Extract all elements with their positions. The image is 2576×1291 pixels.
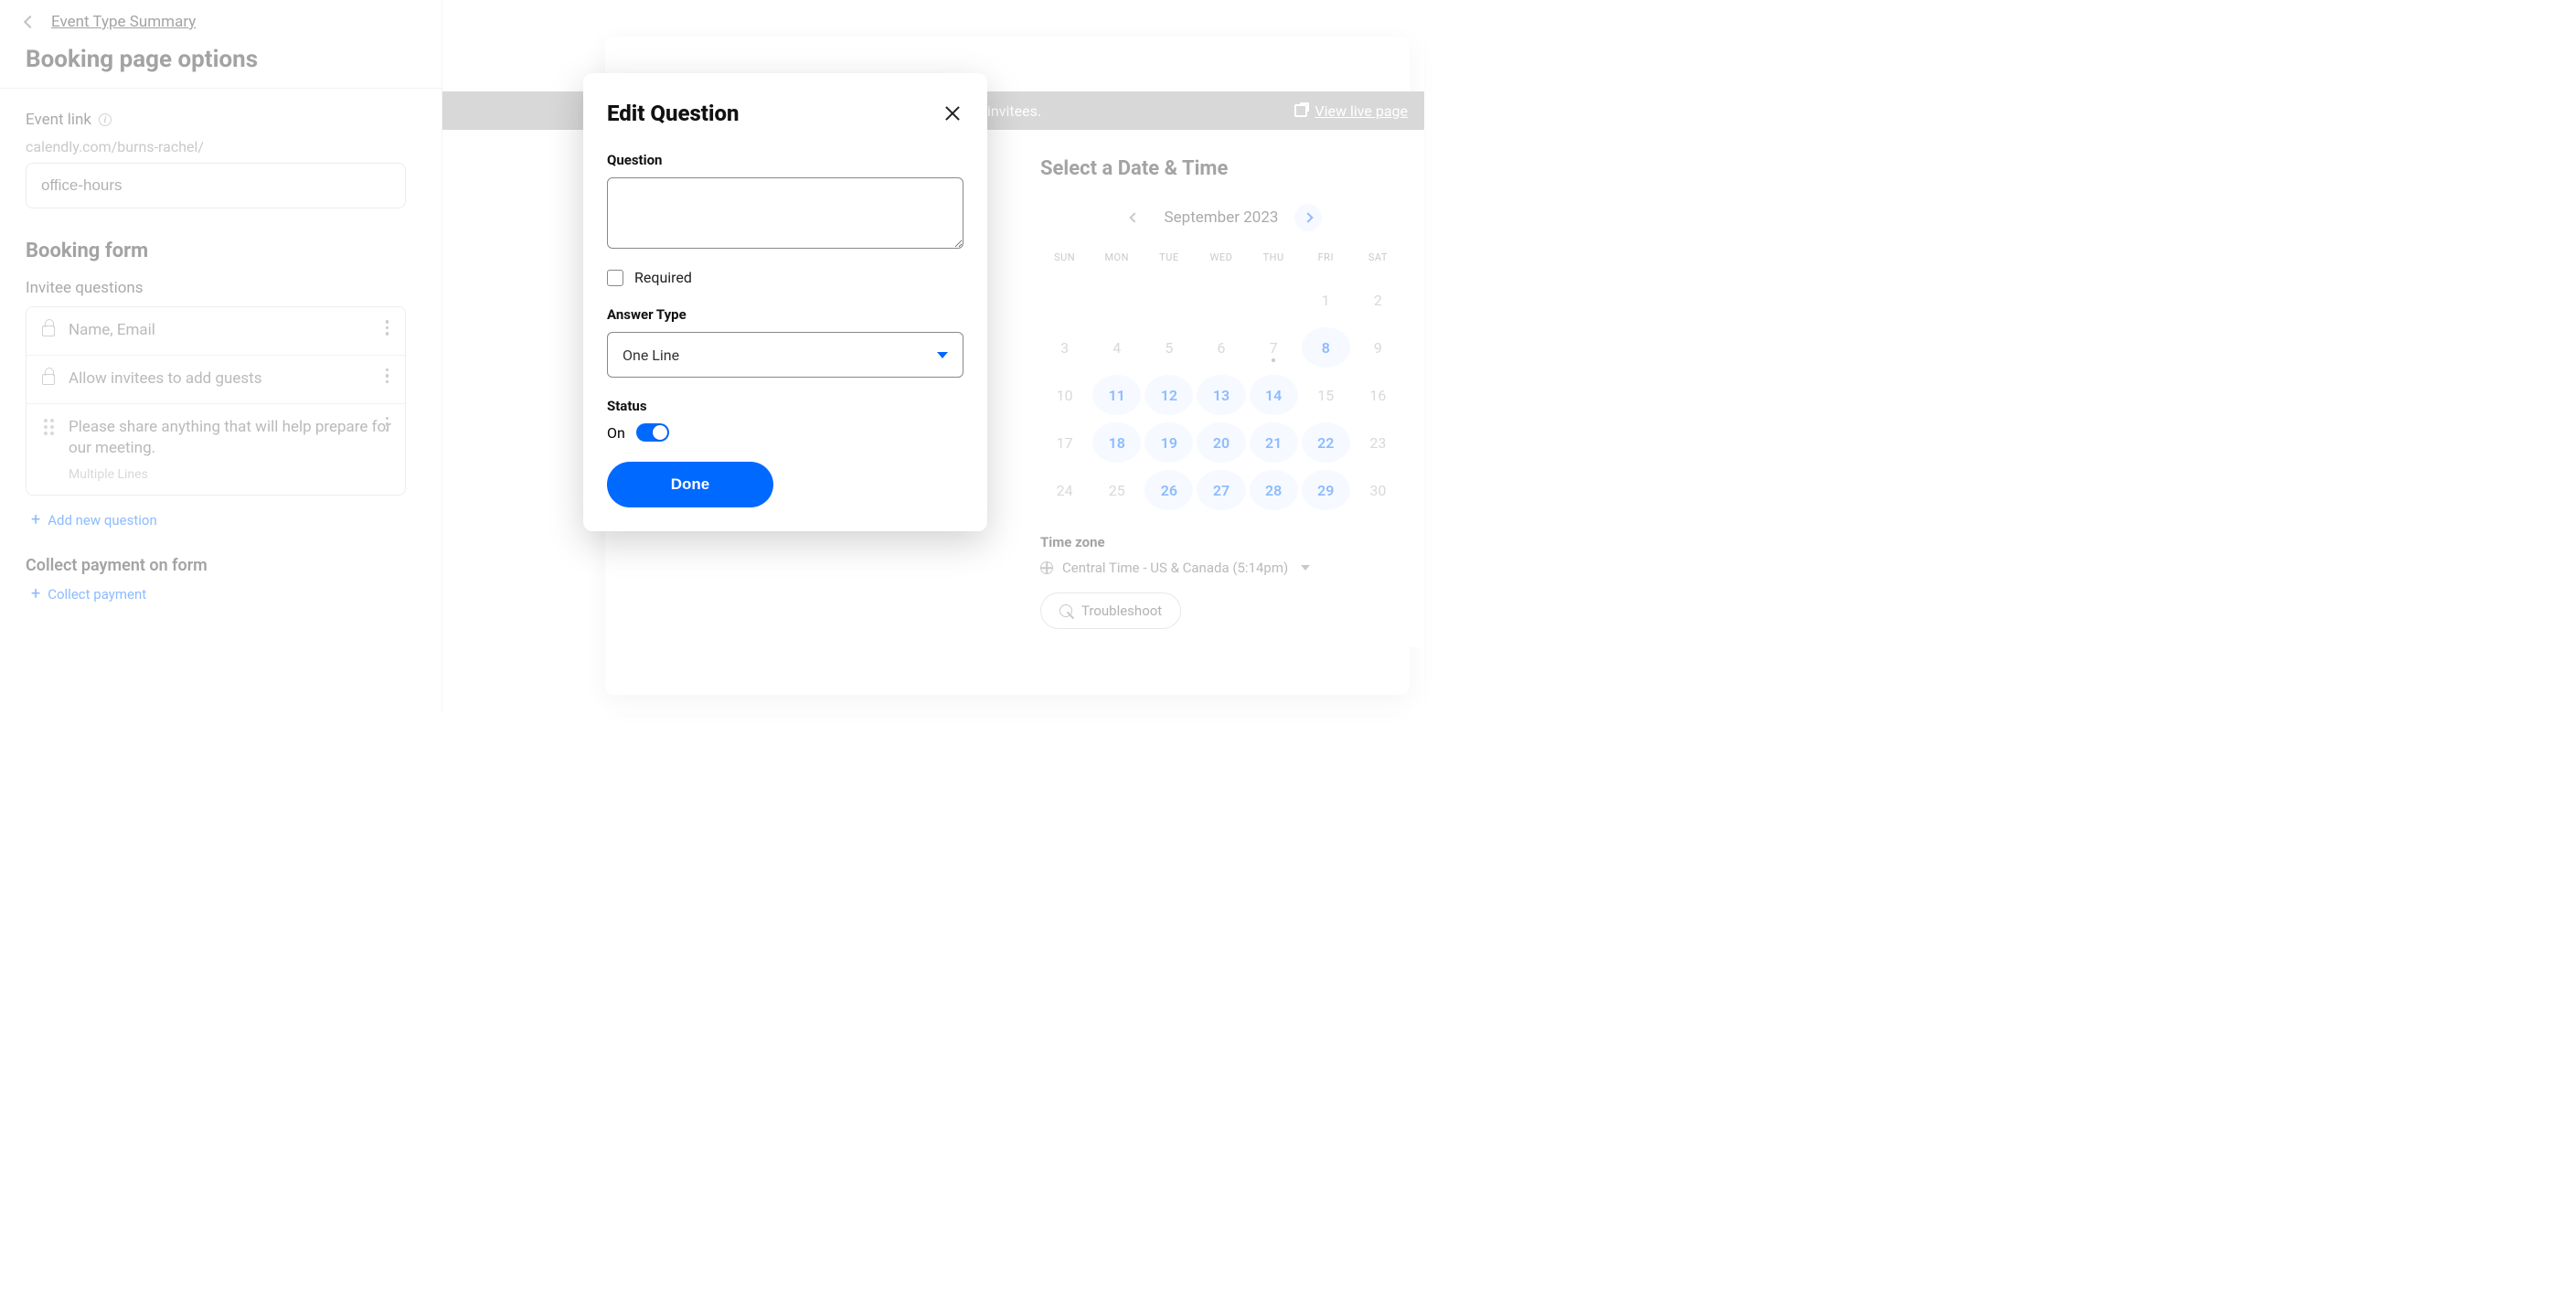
toggle-knob — [653, 425, 667, 440]
required-label: Required — [634, 269, 692, 286]
required-row[interactable]: Required — [607, 269, 963, 286]
answer-type-label: Answer Type — [607, 306, 963, 323]
status-value: On — [607, 424, 625, 442]
status-toggle[interactable] — [636, 423, 669, 442]
modal-header: Edit Question — [607, 101, 963, 126]
edit-question-modal: Edit Question Question Required Answer T… — [583, 73, 987, 531]
chevron-down-icon — [937, 352, 948, 358]
required-checkbox[interactable] — [607, 270, 623, 286]
done-button[interactable]: Done — [607, 462, 773, 507]
answer-type-value: One Line — [623, 347, 679, 364]
modal-title: Edit Question — [607, 101, 739, 126]
close-icon[interactable] — [942, 102, 963, 124]
status-label: Status — [607, 398, 963, 414]
question-textarea[interactable] — [607, 177, 963, 249]
status-row: On — [607, 423, 963, 442]
question-field-label: Question — [607, 152, 963, 168]
answer-type-select[interactable]: One Line — [607, 332, 963, 378]
